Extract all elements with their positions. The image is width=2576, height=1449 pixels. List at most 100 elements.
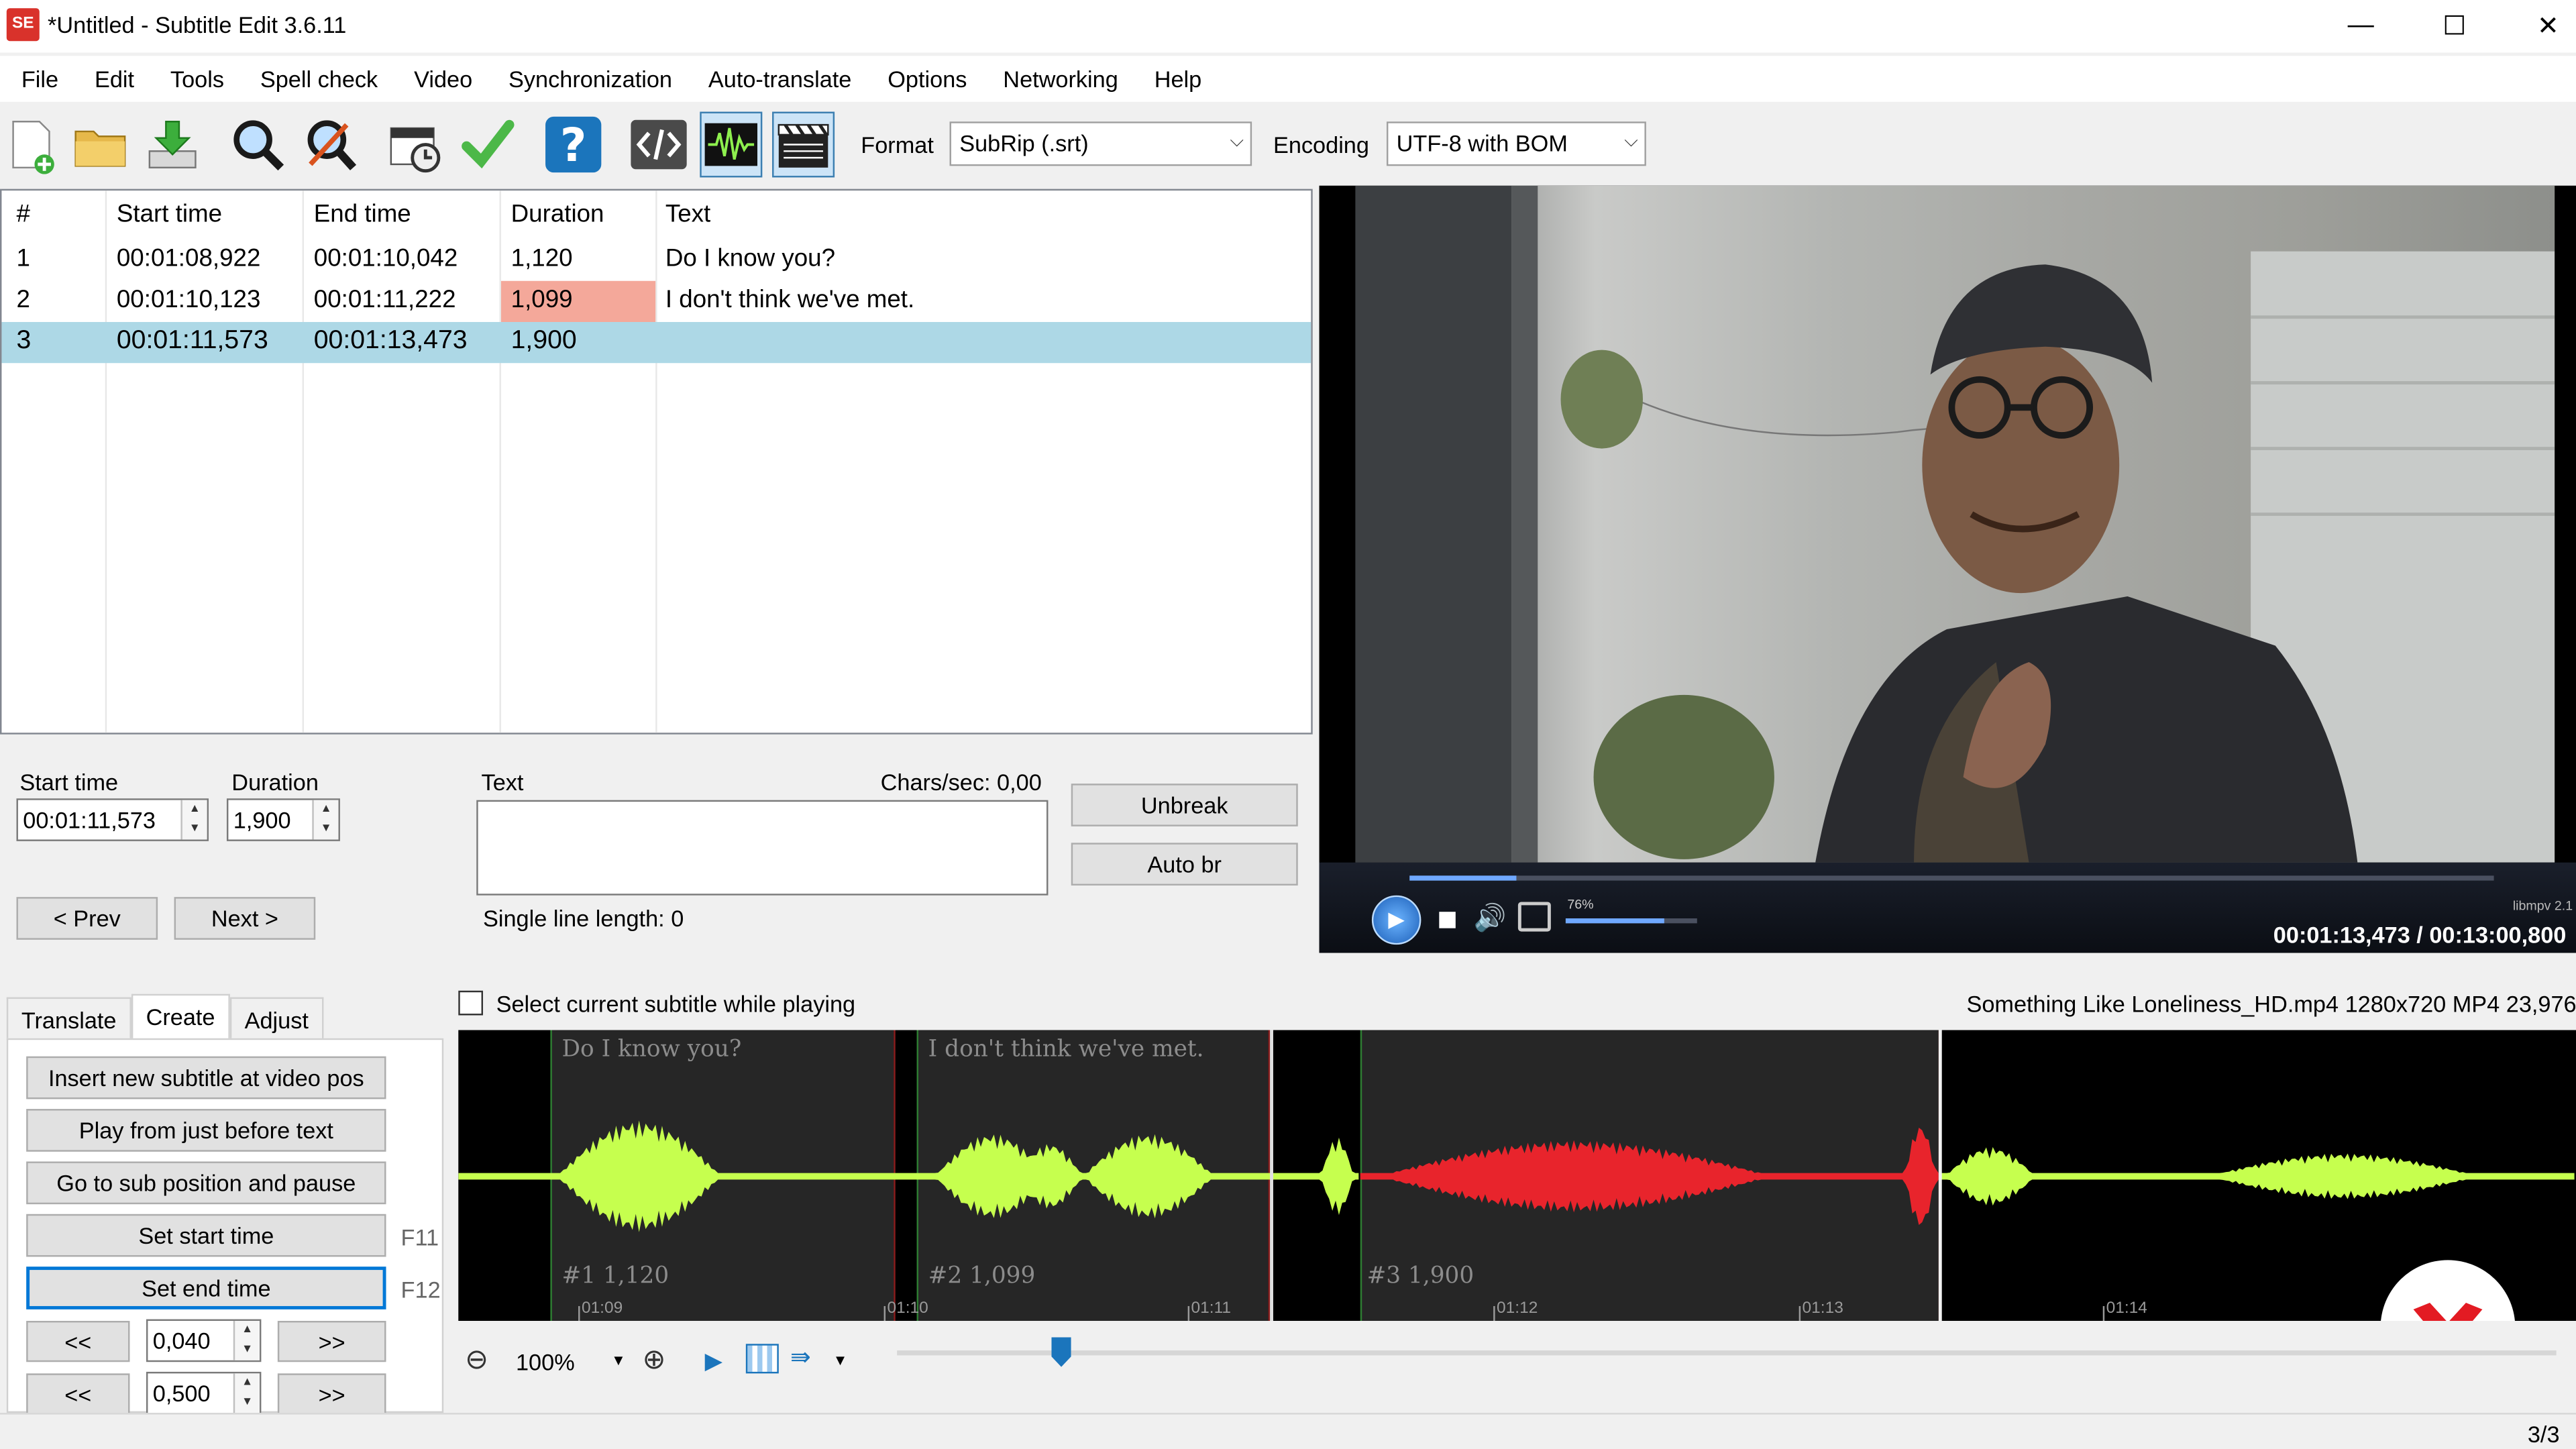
table-row-selected[interactable]: 3 00:01:11,573 00:01:13,473 1,900 xyxy=(1,322,1311,364)
start-time-input[interactable]: 00:01:11,573 ▲ ▼ xyxy=(16,798,209,841)
waveform-icon[interactable] xyxy=(700,111,763,178)
menu-networking[interactable]: Networking xyxy=(985,66,1136,92)
visual-sync-icon[interactable] xyxy=(384,112,447,178)
column-number[interactable]: # xyxy=(16,201,30,229)
subtitle-grid[interactable]: # Start time End time Duration Text 1 00… xyxy=(0,189,1313,735)
unbreak-button[interactable]: Unbreak xyxy=(1071,784,1298,826)
time-tick-label: 01:14 xyxy=(2106,1299,2147,1318)
chevron-down-icon[interactable]: ▼ xyxy=(611,1352,626,1368)
spinner-arrows-icon[interactable]: ▲ ▼ xyxy=(312,800,339,840)
chevron-down-icon[interactable]: ▼ xyxy=(833,1352,848,1368)
format-select[interactable]: SubRip (.srt) ⌵ xyxy=(949,121,1252,166)
tab-translate[interactable]: Translate xyxy=(6,997,131,1040)
volume-level xyxy=(1565,918,1664,924)
duration-input[interactable]: 1,900 ▲ ▼ xyxy=(226,798,340,841)
download-icon[interactable] xyxy=(142,112,204,178)
subtitle-text-input[interactable] xyxy=(476,800,1049,896)
volume-percent: 76% xyxy=(1567,897,1594,912)
zoom-level[interactable]: 100% xyxy=(516,1349,575,1375)
tab-create[interactable]: Create xyxy=(131,994,230,1040)
seek-bar[interactable] xyxy=(1409,875,2494,881)
spinner-arrows-icon[interactable]: ▲ ▼ xyxy=(180,800,207,840)
column-start-time[interactable]: Start time xyxy=(117,201,222,229)
next-button[interactable]: Next > xyxy=(174,897,316,940)
forward-step-button[interactable]: >> xyxy=(277,1320,386,1362)
menu-spell-check[interactable]: Spell check xyxy=(242,66,396,92)
step-large-input[interactable]: 0,500 ▲ ▼ xyxy=(146,1371,262,1415)
app-icon: SE xyxy=(6,8,40,42)
column-text[interactable]: Text xyxy=(665,201,710,229)
waveform-position-slider[interactable] xyxy=(897,1350,2557,1356)
tab-adjust[interactable]: Adjust xyxy=(229,997,323,1040)
check-icon[interactable] xyxy=(457,112,519,178)
set-start-shortcut: F11 xyxy=(400,1224,439,1250)
play-icon[interactable]: ▶ xyxy=(1371,895,1421,945)
play-before-text-button[interactable]: Play from just before text xyxy=(26,1109,386,1152)
column-end-time[interactable]: End time xyxy=(314,201,411,229)
menu-tools[interactable]: Tools xyxy=(152,66,242,92)
row-end-time: 00:01:11,222 xyxy=(313,286,456,314)
go-to-sub-pause-button[interactable]: Go to sub position and pause xyxy=(26,1161,386,1205)
zoom-out-icon[interactable]: ⊖ xyxy=(465,1344,488,1377)
duration-label: Duration xyxy=(231,769,319,796)
menu-options[interactable]: Options xyxy=(869,66,985,92)
menu-file[interactable]: File xyxy=(3,66,76,92)
maximize-icon[interactable]: ☐ xyxy=(2416,0,2492,52)
help-icon[interactable]: ? xyxy=(542,112,604,178)
set-end-time-button[interactable]: Set end time xyxy=(26,1267,386,1309)
close-icon[interactable]: ✕ xyxy=(2510,0,2576,52)
duration-value: 1,900 xyxy=(233,806,291,833)
minimize-icon[interactable]: — xyxy=(2323,0,2399,52)
prev-button[interactable]: < Prev xyxy=(16,897,158,940)
window-title: *Untitled - Subtitle Edit 3.6.11 xyxy=(48,11,347,38)
encoding-select[interactable]: UTF-8 with BOM ⌵ xyxy=(1386,121,1646,166)
row-duration: 1,120 xyxy=(511,244,573,273)
play-icon[interactable]: ▶ xyxy=(705,1347,722,1375)
row-number: 1 xyxy=(16,244,30,273)
menu-edit[interactable]: Edit xyxy=(76,66,152,92)
back-step-button[interactable]: << xyxy=(26,1320,130,1362)
stop-icon[interactable] xyxy=(1439,912,1456,928)
back-large-button[interactable]: << xyxy=(26,1373,130,1415)
menu-synchronization[interactable]: Synchronization xyxy=(490,66,690,92)
video-player[interactable]: ▶ 🔊 76% libmpv 2.1 00:01:13,473 / 00:13:… xyxy=(1319,185,2576,953)
menu-video[interactable]: Video xyxy=(396,66,490,92)
player-name: libmpv 2.1 xyxy=(2512,898,2573,914)
fast-forward-icon[interactable]: ⇛ xyxy=(790,1342,811,1372)
find-icon[interactable] xyxy=(227,112,289,178)
step-large-value: 0,500 xyxy=(152,1380,211,1407)
table-row[interactable]: 1 00:01:08,922 00:01:10,042 1,120 Do I k… xyxy=(1,240,1311,281)
step-small-input[interactable]: 0,040 ▲ ▼ xyxy=(146,1319,262,1362)
table-row[interactable]: 2 00:01:10,123 00:01:11,222 1,099 I don'… xyxy=(1,280,1311,323)
column-duration[interactable]: Duration xyxy=(511,201,604,229)
source-view-icon[interactable] xyxy=(628,112,690,178)
open-folder-icon[interactable] xyxy=(69,112,131,178)
waveform[interactable]: Do I know you? I don't think we've met. … xyxy=(458,1030,2576,1321)
row-duration: 1,900 xyxy=(511,327,577,355)
select-while-playing-checkbox[interactable] xyxy=(458,990,484,1016)
zoom-in-icon[interactable]: ⊕ xyxy=(643,1344,666,1377)
row-start-time: 00:01:11,573 xyxy=(116,327,268,355)
seek-progress xyxy=(1409,875,1517,881)
waveform-sub-text-2: I don't think we've met. xyxy=(928,1036,1204,1063)
video-clapper-icon[interactable] xyxy=(772,111,835,178)
fullscreen-icon[interactable] xyxy=(1517,902,1551,932)
video-frame xyxy=(1355,185,2555,863)
svg-text:?: ? xyxy=(560,119,587,172)
menu-auto-translate[interactable]: Auto-translate xyxy=(690,66,869,92)
video-timecode: 00:01:13,473 / 00:13:00,800 xyxy=(2273,921,2567,949)
forward-large-button[interactable]: >> xyxy=(277,1373,386,1415)
replace-icon[interactable] xyxy=(299,112,362,178)
menu-help[interactable]: Help xyxy=(1136,66,1220,92)
new-file-icon[interactable] xyxy=(0,112,62,178)
set-start-time-button[interactable]: Set start time xyxy=(26,1214,386,1257)
insert-subtitle-button[interactable]: Insert new subtitle at video pos xyxy=(26,1056,386,1099)
spinner-arrows-icon[interactable]: ▲ ▼ xyxy=(233,1373,260,1413)
waveform-sub-label-2: #2 1,099 xyxy=(928,1263,1036,1290)
scene-change-icon[interactable] xyxy=(745,1344,779,1374)
title-bar: SE *Untitled - Subtitle Edit 3.6.11 — ☐ … xyxy=(0,0,2576,53)
slider-thumb[interactable] xyxy=(1051,1337,1071,1367)
volume-icon[interactable]: 🔊 xyxy=(1474,902,1507,935)
auto-break-button[interactable]: Auto br xyxy=(1071,843,1298,886)
spinner-arrows-icon[interactable]: ▲ ▼ xyxy=(233,1320,260,1360)
